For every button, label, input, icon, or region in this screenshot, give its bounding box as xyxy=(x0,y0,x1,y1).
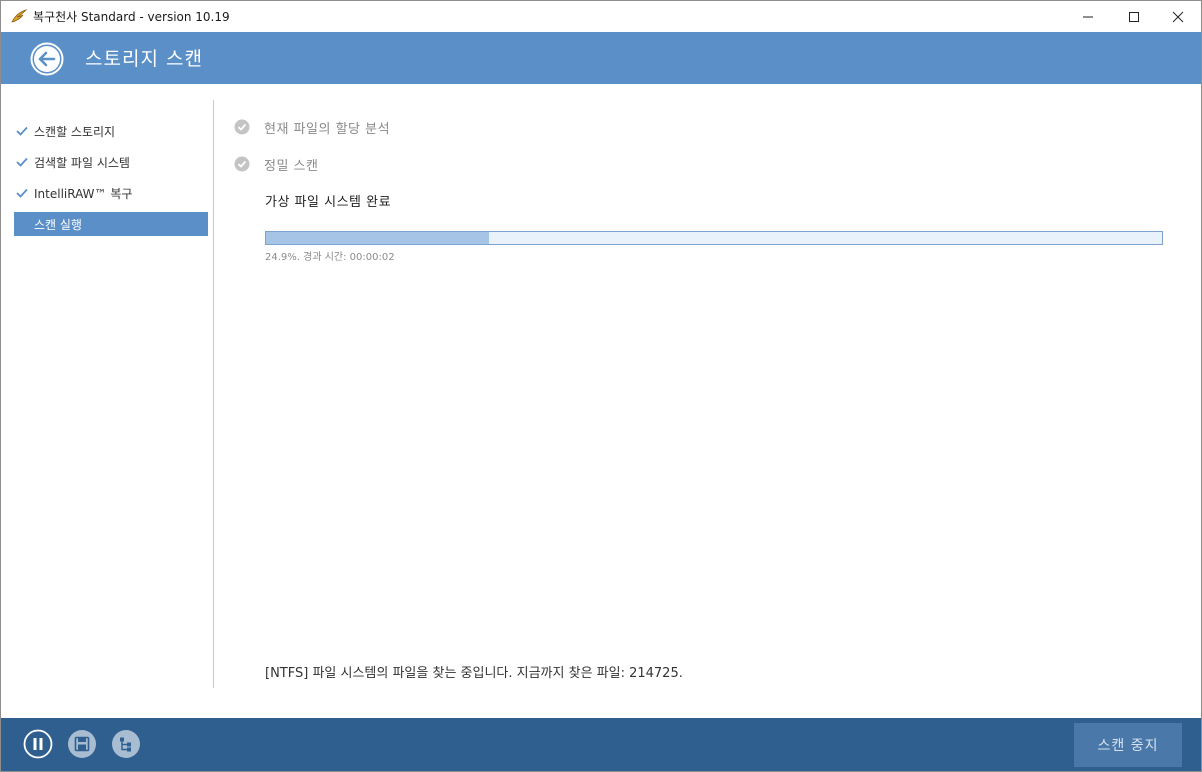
progress-text: 24.9%. 경과 시간: 00:00:02 xyxy=(265,252,395,263)
sidebar-item-intelliraw[interactable]: IntelliRAW™ 복구 xyxy=(14,181,208,205)
back-arrow-icon xyxy=(30,42,64,80)
app-window: 복구천사 Standard - version 10.19 스토리지 스캔 스캔… xyxy=(0,0,1202,772)
pause-icon xyxy=(23,729,53,763)
check-circle-icon xyxy=(234,119,250,135)
app-logo-icon xyxy=(10,8,28,24)
sidebar-item-label: 검색할 파일 시스템 xyxy=(34,156,130,170)
checkmark-icon xyxy=(16,156,28,167)
sidebar-divider xyxy=(213,100,214,688)
wizard-sidebar xyxy=(1,84,213,718)
scan-status-text: [NTFS] 파일 시스템의 파일을 찾는 중입니다. 지금까지 찾은 파일: … xyxy=(265,666,683,681)
stop-scan-button[interactable]: 스캔 중지 xyxy=(1074,723,1182,767)
sidebar-item-label: IntelliRAW™ 복구 xyxy=(34,187,133,201)
window-title: 복구천사 Standard - version 10.19 xyxy=(33,10,230,24)
sidebar-item-file-system[interactable]: 검색할 파일 시스템 xyxy=(14,150,208,174)
sidebar-item-label: 스캔할 스토리지 xyxy=(34,125,116,139)
sidebar-item-scan-storage[interactable]: 스캔할 스토리지 xyxy=(14,119,208,143)
maximize-icon xyxy=(1128,11,1140,23)
sidebar-item-run-scan[interactable]: 스캔 실행 xyxy=(14,212,208,236)
checkmark-icon xyxy=(16,125,28,136)
progress-fill xyxy=(266,232,490,244)
title-bar: 복구천사 Standard - version 10.19 xyxy=(1,1,1201,32)
step-label: 정밀 스캔 xyxy=(264,159,319,174)
page-title: 스토리지 스캔 xyxy=(85,48,203,70)
scan-progress-bar xyxy=(265,231,1163,245)
back-button[interactable] xyxy=(30,42,64,76)
close-icon xyxy=(1172,11,1184,23)
pause-button[interactable] xyxy=(23,729,53,759)
save-icon xyxy=(67,730,97,763)
save-scan-button[interactable] xyxy=(67,729,97,759)
minimize-icon xyxy=(1082,11,1094,23)
step-label: 현재 파일의 할당 분석 xyxy=(264,122,391,137)
checkmark-icon xyxy=(16,187,28,198)
close-button[interactable] xyxy=(1155,1,1201,32)
check-circle-icon xyxy=(234,156,250,172)
page-header: 스토리지 스캔 xyxy=(1,32,1201,84)
sidebar-item-label: 스캔 실행 xyxy=(34,218,82,232)
maximize-button[interactable] xyxy=(1111,1,1157,32)
minimize-button[interactable] xyxy=(1065,1,1111,32)
tree-view-button[interactable] xyxy=(111,729,141,759)
footer-bar: 스캔 중지 xyxy=(1,718,1201,771)
tree-view-icon xyxy=(111,730,141,763)
current-step-label: 가상 파일 시스템 완료 xyxy=(265,195,392,210)
